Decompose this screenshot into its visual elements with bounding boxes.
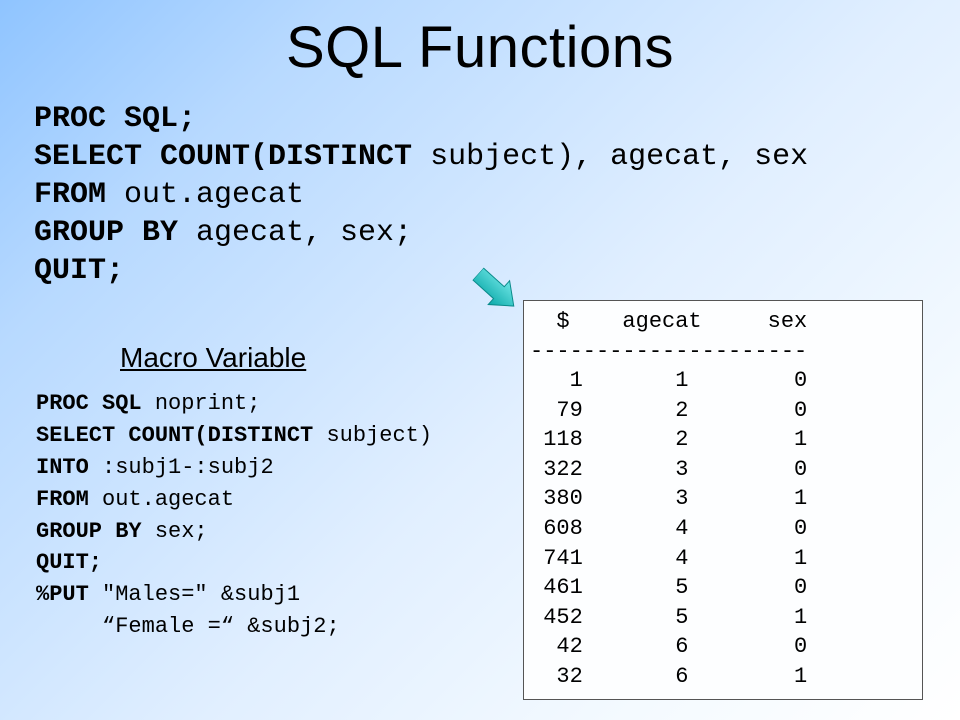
slide: SQL Functions PROC SQL; SELECT COUNT(DIS…: [0, 0, 960, 720]
code-line: subject), agecat, sex: [430, 140, 808, 174]
output-row: 118 2 1: [530, 427, 807, 452]
code-line: sex;: [155, 519, 208, 544]
code-line: agecat, sex;: [196, 216, 412, 250]
code-line: SELECT COUNT(DISTINCT: [36, 423, 326, 448]
sql-code-block-2: PROC SQL noprint; SELECT COUNT(DISTINCT …: [36, 388, 432, 643]
code-line: FROM: [36, 487, 102, 512]
code-line: FROM: [34, 178, 124, 212]
output-row: 452 5 1: [530, 605, 807, 630]
code-line: PROC SQL: [36, 391, 155, 416]
code-line: GROUP BY: [34, 216, 196, 250]
output-row: 741 4 1: [530, 546, 807, 571]
output-row: 608 4 0: [530, 516, 807, 541]
output-row: 42 6 0: [530, 634, 807, 659]
code-line: SELECT COUNT(DISTINCT: [34, 140, 430, 174]
output-header: $ agecat sex: [530, 309, 807, 334]
code-line: "Males=" &subj1: [102, 582, 300, 607]
slide-title: SQL Functions: [0, 14, 960, 81]
code-line: QUIT;: [34, 254, 124, 288]
output-divider: ---------------------: [530, 339, 807, 364]
output-row: 322 3 0: [530, 457, 807, 482]
output-row: 380 3 1: [530, 486, 807, 511]
code-line: out.agecat: [102, 487, 234, 512]
output-row: 1 1 0: [530, 368, 807, 393]
sql-output-box: $ agecat sex --------------------- 1 1 0…: [523, 300, 923, 700]
code-line: QUIT;: [36, 550, 102, 575]
output-row: 79 2 0: [530, 398, 807, 423]
code-line: noprint;: [155, 391, 261, 416]
code-line: “Female =“ &subj2;: [36, 614, 340, 639]
code-line: INTO: [36, 455, 102, 480]
sql-code-block-1: PROC SQL; SELECT COUNT(DISTINCT subject)…: [34, 100, 808, 290]
code-line: GROUP BY: [36, 519, 155, 544]
code-line: PROC SQL;: [34, 102, 196, 136]
code-line: %PUT: [36, 582, 102, 607]
code-line: :subj1-:subj2: [102, 455, 274, 480]
sql-output-text: $ agecat sex --------------------- 1 1 0…: [530, 307, 916, 692]
code-line: out.agecat: [124, 178, 304, 212]
code-line: subject): [326, 423, 432, 448]
macro-variable-heading: Macro Variable: [120, 342, 306, 374]
output-row: 32 6 1: [530, 664, 807, 689]
output-row: 461 5 0: [530, 575, 807, 600]
